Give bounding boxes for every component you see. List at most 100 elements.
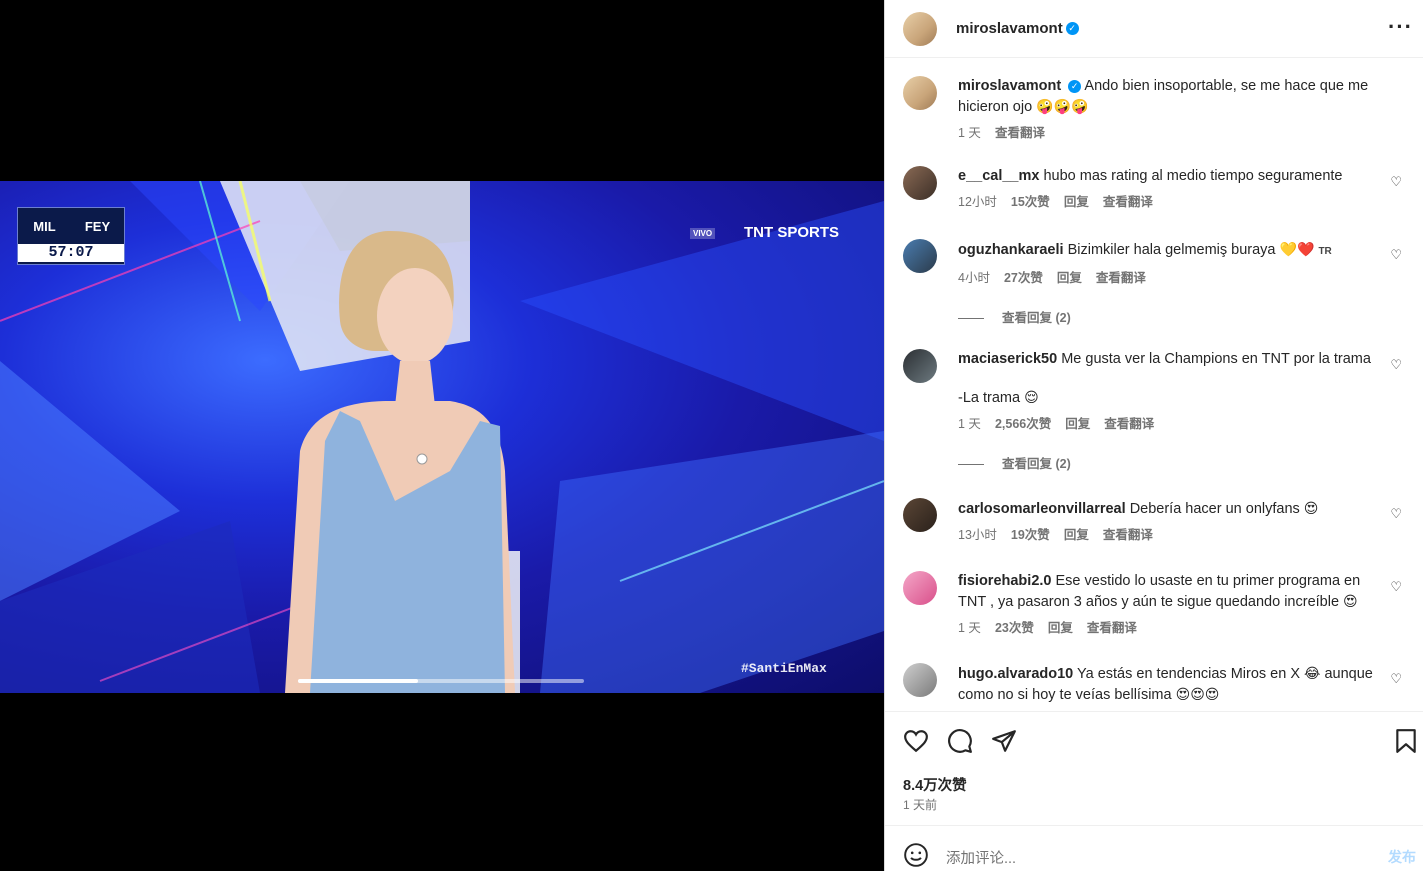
comment-likes[interactable]: 27次赞	[1004, 268, 1043, 288]
comment-emojis: 😍😍😍	[1175, 686, 1220, 702]
video-progress-bar[interactable]	[298, 679, 584, 683]
author-username[interactable]: miroslavamont	[956, 20, 1063, 37]
verified-badge-icon: ✓	[1068, 79, 1082, 93]
comment-username[interactable]: oguzhankaraeli	[958, 242, 1064, 258]
comment-emojis: 😌	[1024, 389, 1039, 405]
reply-button[interactable]: 回复	[1048, 618, 1073, 638]
comments-list[interactable]: miroslavamont ✓ Ando bien insoportable, …	[885, 58, 1423, 711]
reply-button[interactable]: 回复	[1065, 414, 1090, 434]
avatar[interactable]	[903, 498, 937, 532]
comment-emojis-inline: 😂	[1304, 665, 1321, 681]
comment-bubble-icon[interactable]	[947, 728, 973, 754]
more-options-icon[interactable]: ···	[1388, 14, 1413, 40]
caption-username[interactable]: miroslavamont	[958, 78, 1061, 94]
comment-item: maciaserick50 Me gusta ver la Champions …	[903, 349, 1408, 474]
comment-text-line2: -La trama	[958, 390, 1021, 406]
post-time: 1 天前	[903, 798, 938, 812]
comment-text: Ya estás en tendencias Miros en X	[1077, 666, 1301, 682]
view-replies-label[interactable]: 查看回复 (2)	[1002, 308, 1071, 328]
comment-item: carlosomarleonvillarreal Debería hacer u…	[903, 498, 1408, 545]
add-comment-input[interactable]: 添加评论...	[946, 847, 1016, 868]
translate-link[interactable]: 查看翻译	[1096, 268, 1146, 288]
post-actions: 8.4万次赞 1 天前	[885, 711, 1423, 826]
comment-item: e__cal__mx hubo mas rating al medio tiem…	[903, 166, 1408, 212]
avatar[interactable]	[903, 349, 937, 383]
replies-divider	[958, 463, 984, 465]
emoji-picker-icon[interactable]	[903, 842, 929, 868]
add-comment-bar: 添加评论... 发布	[885, 825, 1423, 872]
hashtag-watermark: #SantiEnMax	[741, 661, 827, 676]
verified-badge-icon: ✓	[1065, 22, 1079, 35]
comment-username[interactable]: fisiorehabi2.0	[958, 573, 1051, 589]
replies-divider	[958, 317, 984, 319]
save-bookmark-icon[interactable]	[1395, 728, 1417, 754]
comment-username[interactable]: e__cal__mx	[958, 168, 1039, 184]
comment-time: 1 天	[958, 417, 981, 431]
translate-link[interactable]: 查看翻译	[995, 123, 1045, 143]
comment-text: Bizimkiler hala gelmemiş buraya	[1067, 242, 1276, 258]
comment-time: 4小时	[958, 271, 990, 285]
comment-likes[interactable]: 19次赞	[1011, 525, 1050, 545]
comment-item: hugo.alvarado10 Ya estás en tendencias M…	[903, 663, 1408, 705]
video-player[interactable]: MIL FEY 57:07 VIVO TNT SPORTS #SantiEnMa…	[0, 181, 884, 693]
likes-count[interactable]: 8.4万次赞	[903, 774, 967, 795]
translate-link[interactable]: 查看翻译	[1103, 525, 1153, 545]
comment-username[interactable]: maciaserick50	[958, 351, 1057, 367]
view-replies-link[interactable]: 查看回复 (2)	[958, 308, 1388, 328]
channel-logo: TNT SPORTS	[744, 224, 840, 241]
media-viewer[interactable]: MIL FEY 57:07 VIVO TNT SPORTS #SantiEnMa…	[0, 0, 884, 871]
comment-likes[interactable]: 15次赞	[1011, 192, 1050, 212]
caption: miroslavamont ✓ Ando bien insoportable, …	[903, 76, 1408, 143]
team-away-badge: FEY	[84, 218, 111, 234]
comment-text: hubo mas rating al medio tiempo segurame…	[1043, 168, 1343, 184]
reply-button[interactable]: 回复	[1064, 192, 1089, 212]
translate-link[interactable]: 查看翻译	[1104, 414, 1154, 434]
live-tag: VIVO	[690, 228, 716, 239]
avatar[interactable]	[903, 239, 937, 273]
share-send-icon[interactable]	[991, 728, 1017, 754]
comment-emojis: 😍	[1343, 593, 1358, 609]
avatar[interactable]	[903, 166, 937, 200]
comment-text: Debería hacer un onlyfans	[1129, 501, 1300, 517]
translate-link[interactable]: 查看翻译	[1103, 192, 1153, 212]
team-home-badge: MIL	[33, 218, 56, 234]
video-progress-fill	[298, 679, 419, 683]
reply-button[interactable]: 回复	[1057, 268, 1082, 288]
comment-username[interactable]: carlosomarleonvillarreal	[958, 501, 1126, 517]
comment-likes[interactable]: 23次赞	[995, 618, 1034, 638]
caption-emojis: 🤪🤪🤪	[1036, 98, 1089, 114]
comment-time: 12小时	[958, 195, 997, 209]
avatar[interactable]	[903, 76, 937, 110]
view-replies-link[interactable]: 查看回复 (2)	[958, 454, 1388, 474]
reply-button[interactable]: 回复	[1064, 525, 1089, 545]
post-comment-button[interactable]: 发布	[1388, 847, 1416, 867]
view-replies-label[interactable]: 查看回复 (2)	[1002, 454, 1071, 474]
post-header: miroslavamont ✓ ···	[885, 0, 1423, 58]
avatar[interactable]	[903, 663, 937, 697]
comment-text: Me gusta ver la Champions en TNT por la …	[1061, 351, 1371, 367]
comment-time: 1 天	[958, 621, 981, 635]
post-side-panel: miroslavamont ✓ ··· miroslavamont ✓ Ando…	[884, 0, 1423, 871]
scoreboard: MIL FEY 57:07	[17, 207, 125, 265]
presenter-figure	[285, 231, 515, 693]
like-heart-icon[interactable]	[903, 728, 929, 754]
comment-item: fisiorehabi2.0 Ese vestido lo usaste en …	[903, 571, 1408, 638]
comment-item: oguzhankaraeli Bizimkiler hala gelmemiş …	[903, 239, 1408, 328]
comment-username[interactable]: hugo.alvarado10	[958, 666, 1073, 682]
comment-emojis: 😍	[1303, 500, 1319, 516]
caption-time: 1 天	[958, 126, 981, 140]
like-comment-heart-icon[interactable]: ♡	[1390, 247, 1402, 263]
flag-tag: TR	[1318, 246, 1332, 257]
like-comment-heart-icon[interactable]: ♡	[1390, 357, 1402, 373]
translate-link[interactable]: 查看翻译	[1087, 618, 1137, 638]
comment-emojis: 💛❤️	[1279, 241, 1315, 257]
like-comment-heart-icon[interactable]: ♡	[1390, 579, 1402, 595]
comment-likes[interactable]: 2,566次赞	[995, 414, 1051, 434]
like-comment-heart-icon[interactable]: ♡	[1390, 506, 1402, 522]
match-clock: 57:07	[18, 244, 124, 262]
comment-time: 13小时	[958, 528, 997, 542]
avatar[interactable]	[903, 571, 937, 605]
like-comment-heart-icon[interactable]: ♡	[1390, 671, 1402, 687]
like-comment-heart-icon[interactable]: ♡	[1390, 174, 1402, 190]
avatar[interactable]	[903, 11, 937, 46]
